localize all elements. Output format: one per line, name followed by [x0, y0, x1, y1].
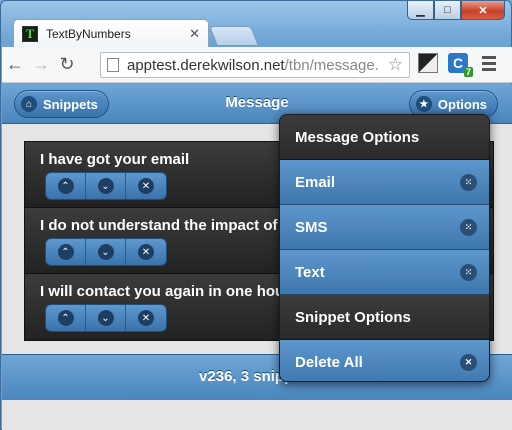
url-host: apptest.derekwilson.net [127, 56, 285, 74]
menu-item-delete-all-label: Delete All [295, 354, 363, 371]
delete-button[interactable]: ✕ [126, 173, 166, 199]
new-tab-button[interactable] [208, 26, 260, 46]
menu-item-email[interactable]: Email ⁙ [280, 160, 489, 205]
chevron-down-icon: ⌄ [97, 244, 114, 260]
address-bar[interactable]: apptest.derekwilson.net/tbn/message. ☆ [100, 52, 410, 78]
options-button-label: Options [437, 96, 487, 112]
minimize-button[interactable]: ▁ [407, 1, 434, 20]
grid-icon: ⁙ [460, 174, 477, 191]
row-controls: ⌃ ⌄ ✕ [45, 238, 167, 266]
row-controls: ⌃ ⌄ ✕ [45, 304, 167, 332]
menu-item-sms-label: SMS [295, 218, 328, 236]
close-window-button[interactable]: ✕ [461, 1, 505, 20]
menu-item-email-label: Email [295, 173, 336, 191]
message-options-heading: Message Options [280, 115, 489, 160]
close-icon: ✕ [138, 178, 154, 194]
move-up-button[interactable]: ⌃ [46, 305, 86, 331]
snippet-options-heading: Snippet Options [280, 295, 489, 340]
url-text[interactable]: apptest.derekwilson.net/tbn/message. [127, 57, 384, 74]
extension-icon[interactable] [418, 53, 438, 73]
tab-close-icon[interactable]: ✕ [189, 26, 200, 42]
grid-icon: ⁙ [460, 219, 477, 236]
delete-button[interactable]: ✕ [126, 305, 166, 331]
back-icon[interactable]: ← [2, 52, 28, 78]
close-icon: ✕ [138, 310, 154, 326]
chevron-down-icon: ⌄ [97, 310, 114, 326]
menu-item-text-label: Text [295, 263, 325, 281]
chevron-up-icon: ⌃ [57, 310, 74, 326]
menu-item-text[interactable]: Text ⁙ [280, 250, 489, 295]
move-up-button[interactable]: ⌃ [46, 173, 86, 199]
maximize-button[interactable]: □ [434, 1, 461, 20]
window-controls: ▁ □ ✕ [407, 1, 505, 21]
move-down-button[interactable]: ⌄ [86, 305, 126, 331]
forward-icon[interactable]: → [28, 52, 54, 78]
close-icon: ✕ [460, 354, 477, 371]
browser-toolbar: ← → ↻ apptest.derekwilson.net/tbn/messag… [2, 47, 512, 83]
favicon-icon: T [22, 25, 38, 42]
url-path: /tbn/message. [284, 56, 379, 74]
options-popup-menu: Message Options Email ⁙ SMS ⁙ Text ⁙ Sni… [279, 114, 490, 382]
chevron-up-icon: ⌃ [57, 244, 74, 260]
move-down-button[interactable]: ⌄ [86, 173, 126, 199]
extension-badge: 7 [463, 67, 473, 77]
extension-letter: C [452, 55, 464, 71]
menu-item-sms[interactable]: SMS ⁙ [280, 205, 489, 250]
page-icon [107, 58, 119, 72]
move-down-button[interactable]: ⌄ [86, 239, 126, 265]
menu-item-delete-all[interactable]: Delete All ✕ [280, 340, 489, 381]
grid-icon: ⁙ [460, 264, 477, 281]
star-icon: ★ [415, 96, 432, 112]
browser-tab[interactable]: T TextByNumbers ✕ [13, 19, 209, 47]
browser-window: ▁ □ ✕ T TextByNumbers ✕ ← → ↻ apptest.de… [0, 0, 512, 430]
extension-c-icon[interactable]: C7 [448, 53, 473, 77]
browser-menu-icon[interactable] [482, 56, 496, 74]
chevron-down-icon: ⌄ [97, 178, 114, 194]
row-controls: ⌃ ⌄ ✕ [45, 172, 167, 200]
move-up-button[interactable]: ⌃ [46, 239, 86, 265]
close-icon: ✕ [138, 244, 154, 260]
delete-button[interactable]: ✕ [126, 239, 166, 265]
chevron-up-icon: ⌃ [57, 178, 74, 194]
reload-icon[interactable]: ↻ [54, 52, 80, 78]
tab-title: TextByNumbers [46, 26, 131, 41]
bookmark-star-icon[interactable]: ☆ [388, 55, 403, 75]
